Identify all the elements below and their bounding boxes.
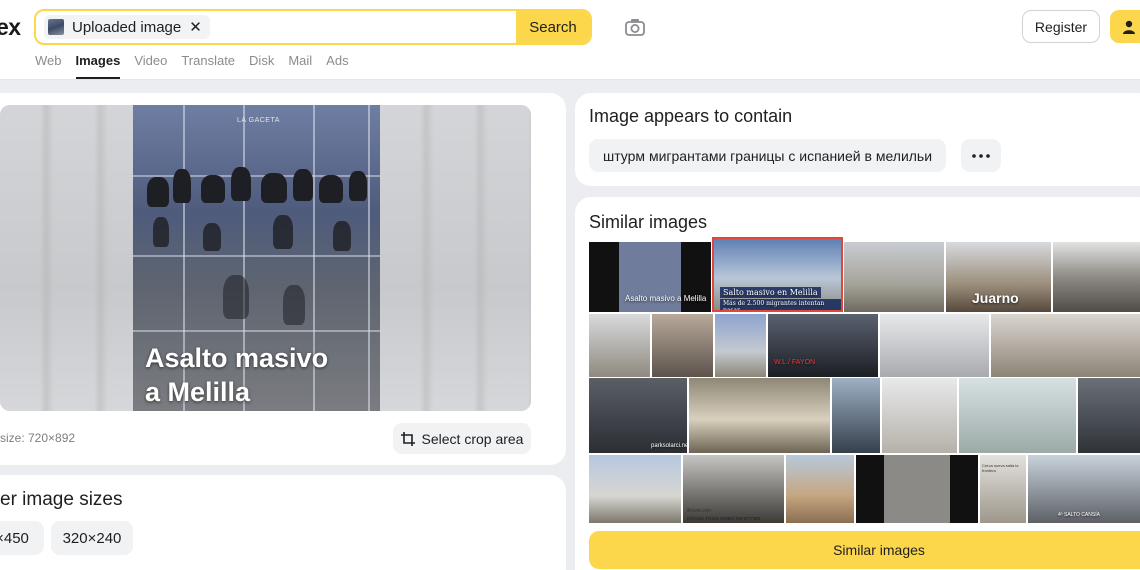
similar-image-21[interactable] <box>856 455 978 523</box>
select-crop-area-button[interactable]: Select crop area <box>393 423 531 454</box>
image-caption: Asalto masivo a Melilla <box>145 341 328 409</box>
similar-image-8[interactable] <box>715 314 766 377</box>
image-contains-title: Image appears to contain <box>589 106 793 126</box>
uploaded-image-chip[interactable]: Uploaded image ✕ <box>44 15 210 39</box>
similar-image-4[interactable]: Juarno <box>946 242 1051 312</box>
similar-image-18[interactable] <box>589 455 681 523</box>
similar-images-button[interactable]: Similar images <box>589 531 1140 569</box>
user-icon <box>1123 20 1135 34</box>
uploaded-image-label: Uploaded image <box>72 18 182 36</box>
content-tag[interactable]: штурм мигрантами границы с испанией в ме… <box>589 139 947 172</box>
similar-image-7[interactable] <box>652 314 713 377</box>
similar-image-5[interactable] <box>1053 242 1140 312</box>
similar-image-17[interactable] <box>1078 378 1140 453</box>
similar-image-10[interactable] <box>880 314 989 377</box>
similar-image-12-caption: parksolarci.net <box>651 443 687 449</box>
similar-image-13[interactable] <box>689 378 830 453</box>
image-watermark: LA GACETA <box>237 117 280 124</box>
tab-mail[interactable]: Mail <box>288 53 312 79</box>
logo[interactable]: ex <box>0 14 21 41</box>
similar-image-22[interactable]: Cerca nueva salta la frontera <box>980 455 1026 523</box>
similar-image-1[interactable]: Asalto masivo a Melilla <box>589 242 711 312</box>
tab-images[interactable]: Images <box>75 53 120 79</box>
user-button[interactable] <box>1110 10 1140 43</box>
similar-image-2-caption-1: Salto masivo en Melilla <box>720 287 821 298</box>
tab-disk[interactable]: Disk <box>249 53 274 79</box>
preview-blur-left <box>0 105 133 411</box>
caption-line-2: a Melilla <box>145 377 251 407</box>
register-button[interactable]: Register <box>1022 10 1100 43</box>
header: ex Uploaded image ✕ Search Register Web … <box>0 0 1140 80</box>
tab-web[interactable]: Web <box>35 53 62 79</box>
preview-blur-right <box>380 105 531 411</box>
more-icon <box>972 153 990 158</box>
camera-search-icon[interactable] <box>624 16 646 38</box>
similar-image-1-caption: Asalto masivo a Melilla <box>625 294 707 303</box>
image-contains-card: Image appears to contain штурм мигрантам… <box>575 93 1140 186</box>
similar-image-19-caption: מציירים את השואה בעזרת הגבולות <box>687 516 760 522</box>
caption-line-1: Asalto masivo <box>145 343 329 373</box>
similar-image-16[interactable] <box>959 378 1076 453</box>
similar-image-12[interactable]: parksolarci.net <box>589 378 687 453</box>
similar-image-22-caption: Cerca nueva salta la frontera <box>982 463 1019 473</box>
similar-image-23-caption: 4º SALTO CANSÍA <box>1058 512 1100 518</box>
similar-image-3[interactable] <box>844 242 944 312</box>
select-crop-area-label: Select crop area <box>421 430 524 447</box>
preview-card: LA GACETA Asalto masivo a Melilla size: … <box>0 93 566 465</box>
similar-image-11[interactable] <box>991 314 1140 377</box>
uploaded-image-thumbnail <box>48 19 64 35</box>
search-button[interactable]: Search <box>516 11 590 43</box>
similar-image-23[interactable]: 4º SALTO CANSÍA <box>1028 455 1140 523</box>
search-box[interactable]: Uploaded image ✕ Search <box>34 9 592 45</box>
crop-icon <box>400 431 415 446</box>
similar-image-9[interactable]: W.L./ FAYON <box>768 314 878 377</box>
similar-image-6[interactable] <box>589 314 650 377</box>
similar-image-20[interactable] <box>786 455 854 523</box>
image-size-text: size: 720×892 <box>0 431 76 445</box>
image-preview-area[interactable]: LA GACETA Asalto masivo a Melilla <box>0 105 531 411</box>
close-icon[interactable]: ✕ <box>189 18 202 36</box>
size-chip-2[interactable]: 320×240 <box>51 521 133 555</box>
similar-image-9-caption: W.L./ FAYON <box>774 359 816 366</box>
similar-images-grid: Asalto masivo a Melilla Salto masivo en … <box>575 197 1140 570</box>
tab-ads[interactable]: Ads <box>326 53 348 79</box>
similar-image-4-caption: Juarno <box>972 290 1019 306</box>
similar-image-14[interactable] <box>832 378 880 453</box>
similar-image-2[interactable]: Salto masivo en Melilla Más de 2.500 mig… <box>712 237 843 312</box>
tab-video[interactable]: Video <box>134 53 167 79</box>
similar-images-card: Similar images Asalto masivo a Melilla S… <box>575 197 1140 570</box>
similar-image-15[interactable] <box>882 378 957 453</box>
image-sizes-title: er image sizes <box>0 489 123 510</box>
service-tabs: Web Images Video Translate Disk Mail Ads <box>35 53 363 79</box>
more-button[interactable] <box>961 139 1001 172</box>
similar-image-19[interactable]: ilkvvw.com מציירים את השואה בעזרת הגבולו… <box>683 455 784 523</box>
image-sizes-card: er image sizes ×450 320×240 <box>0 475 566 570</box>
size-chip-1[interactable]: ×450 <box>0 521 44 555</box>
similar-image-2-caption-2: Más de 2.500 migrantes intentan pasar <box>720 299 841 310</box>
uploaded-image: LA GACETA Asalto masivo a Melilla <box>133 105 380 411</box>
tab-translate[interactable]: Translate <box>181 53 235 79</box>
